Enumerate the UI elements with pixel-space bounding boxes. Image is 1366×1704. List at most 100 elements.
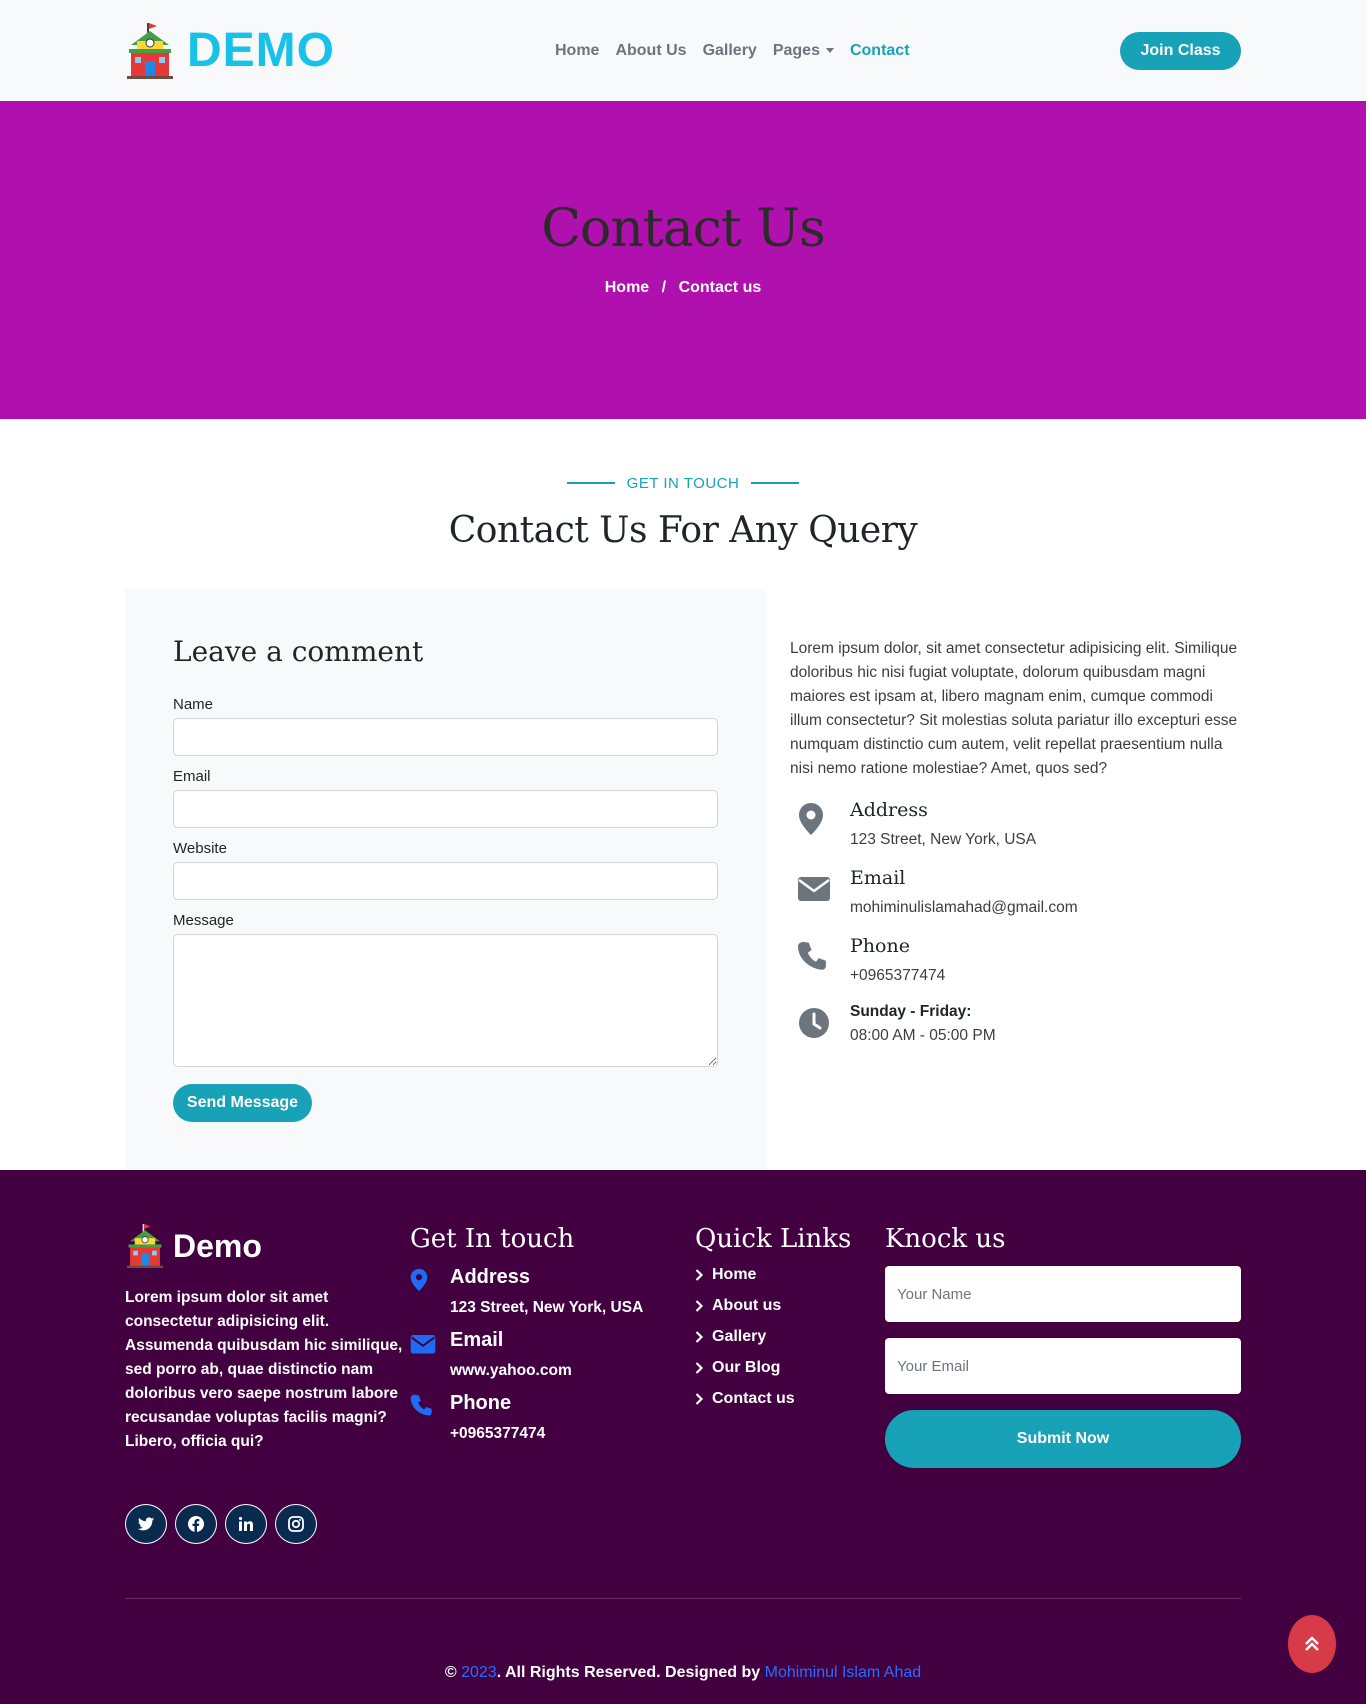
email-value[interactable]: mohiminulislamahad@gmail.com: [850, 899, 1078, 917]
nav-contact[interactable]: Contact: [850, 42, 910, 60]
name-label: Name: [173, 695, 214, 713]
phone-item: Phone +0965377474: [790, 935, 1241, 985]
nav-pages-label: Pages: [772, 41, 820, 59]
address-label: Address: [850, 798, 928, 821]
footer-brand[interactable]: Demo: [125, 1224, 410, 1268]
footer-knock-us: Knock us Your Name Your Email Submit Now: [885, 1224, 1241, 1544]
address-item: Address 123 Street, New York, USA: [790, 799, 1241, 849]
footer-quick-links: Quick Links Home About us Gallery Our Bl…: [695, 1224, 885, 1544]
footer-address-label: Address: [450, 1266, 531, 1288]
facebook-icon[interactable]: [175, 1504, 217, 1544]
footer-get-in-touch: Get In touch Address 123 Street, New Yor…: [410, 1224, 695, 1544]
footer-get-in-touch-title: Get In touch: [410, 1224, 575, 1254]
eyebrow-text: GET IN TOUCH: [626, 474, 740, 492]
footer-brand-name: Demo: [173, 1227, 262, 1264]
message-label: Message: [173, 911, 234, 929]
school-icon: [127, 22, 173, 79]
send-message-button[interactable]: Send Message: [173, 1083, 312, 1122]
email-label-info: Email: [850, 866, 906, 889]
breadcrumb: Home / Contact us: [0, 279, 1366, 297]
copyright-text: . All Rights Reserved. Designed by: [496, 1664, 761, 1681]
page-header: Contact Us Home / Contact us: [0, 101, 1366, 419]
breadcrumb-home[interactable]: Home: [605, 279, 649, 296]
hours-item: Sunday - Friday: 08:00 AM - 05:00 PM: [790, 1003, 1241, 1045]
footer: Demo Lorem ipsum dolor sit amet consecte…: [0, 1170, 1366, 1704]
back-to-top-button[interactable]: [1288, 1615, 1336, 1673]
footer-email: Email www.yahoo.com: [410, 1329, 695, 1380]
join-class-button[interactable]: Join Class: [1120, 31, 1241, 70]
nav-about[interactable]: About Us: [615, 42, 686, 60]
contact-info: Lorem ipsum dolor, sit amet consectetur …: [766, 589, 1241, 1173]
linkedin-icon[interactable]: [225, 1504, 267, 1544]
phone-label-info: Phone: [850, 934, 910, 957]
envelope-icon: [790, 867, 850, 917]
hours-value: 08:00 AM - 05:00 PM: [850, 1026, 996, 1044]
quick-link-home[interactable]: Home: [695, 1266, 885, 1284]
breadcrumb-current: Contact us: [678, 279, 762, 296]
social-links: [125, 1504, 410, 1544]
section-title: Contact Us For Any Query: [448, 509, 918, 551]
page-title: Contact Us: [541, 199, 826, 259]
breadcrumb-separator: /: [661, 279, 667, 296]
email-label: Email: [173, 767, 211, 785]
footer-address: Address 123 Street, New York, USA: [410, 1266, 695, 1317]
your-name-input[interactable]: Your Name: [885, 1266, 1241, 1322]
website-label: Website: [173, 839, 227, 857]
copyright-year-link[interactable]: 2023: [461, 1664, 497, 1681]
footer-about-text: Lorem ipsum dolor sit amet consectetur a…: [125, 1289, 403, 1450]
contact-description: Lorem ipsum dolor, sit amet consectetur …: [790, 639, 1238, 777]
form-heading: Leave a comment: [173, 634, 424, 668]
map-pin-icon: [790, 799, 850, 849]
quick-link-about[interactable]: About us: [695, 1297, 885, 1315]
footer-phone-label: Phone: [450, 1392, 512, 1414]
submit-now-button[interactable]: Submit Now: [885, 1410, 1241, 1468]
knock-us-title: Knock us: [885, 1224, 1006, 1254]
brand-logo[interactable]: DEMO: [125, 22, 335, 79]
quick-link-label: Home: [712, 1266, 757, 1283]
phone-icon: [790, 935, 850, 985]
website-field[interactable]: [173, 861, 718, 900]
instagram-icon[interactable]: [275, 1504, 317, 1544]
chevron-right-icon: [695, 1269, 704, 1281]
author-link[interactable]: Mohiminul Islam Ahad: [765, 1664, 922, 1681]
envelope-icon: [410, 1329, 450, 1380]
twitter-icon[interactable]: [125, 1504, 167, 1544]
caret-down-icon: [825, 47, 834, 53]
clock-icon: [790, 1003, 850, 1045]
footer-email-value[interactable]: www.yahoo.com: [450, 1362, 572, 1380]
quick-link-contact[interactable]: Contact us: [695, 1390, 885, 1408]
phone-value[interactable]: +0965377474: [850, 967, 945, 985]
quick-link-label: Our Blog: [712, 1359, 781, 1376]
message-field[interactable]: [173, 933, 718, 1067]
chevron-right-icon: [695, 1393, 704, 1405]
comment-form: Leave a comment Name Email Website Messa…: [125, 588, 766, 1173]
name-field[interactable]: [173, 717, 718, 756]
quick-link-label: Contact us: [712, 1390, 795, 1407]
footer-email-label: Email: [450, 1329, 504, 1351]
footer-phone: Phone +0965377474: [410, 1392, 695, 1443]
footer-address-value: 123 Street, New York, USA: [450, 1299, 644, 1316]
email-item: Email mohiminulislamahad@gmail.com: [790, 867, 1241, 917]
navbar: DEMO Home About Us Gallery Pages Contact…: [0, 0, 1366, 101]
nav-pages-dropdown[interactable]: Pages: [773, 42, 834, 60]
quick-link-label: About us: [712, 1297, 782, 1314]
your-email-input[interactable]: Your Email: [885, 1338, 1241, 1394]
chevron-right-icon: [695, 1362, 704, 1374]
nav-gallery[interactable]: Gallery: [703, 42, 757, 60]
chevron-right-icon: [695, 1331, 704, 1343]
eyebrow-line-right: [751, 482, 800, 484]
double-chevron-up-icon: [1305, 1636, 1319, 1651]
copyright-symbol: ©: [444, 1664, 457, 1681]
brand-name: DEMO: [187, 24, 335, 77]
hours-label: Sunday - Friday:: [850, 1002, 972, 1020]
phone-icon: [410, 1392, 450, 1443]
quick-link-gallery[interactable]: Gallery: [695, 1328, 885, 1346]
quick-links-title: Quick Links: [695, 1224, 852, 1254]
footer-phone-value[interactable]: +0965377474: [450, 1425, 545, 1443]
nav-home[interactable]: Home: [555, 42, 599, 60]
quick-link-label: Gallery: [712, 1328, 767, 1345]
footer-divider: [125, 1598, 1241, 1599]
contact-section: GET IN TOUCH Contact Us For Any Query Le…: [125, 419, 1241, 1173]
email-field[interactable]: [173, 789, 718, 828]
quick-link-blog[interactable]: Our Blog: [695, 1359, 885, 1377]
